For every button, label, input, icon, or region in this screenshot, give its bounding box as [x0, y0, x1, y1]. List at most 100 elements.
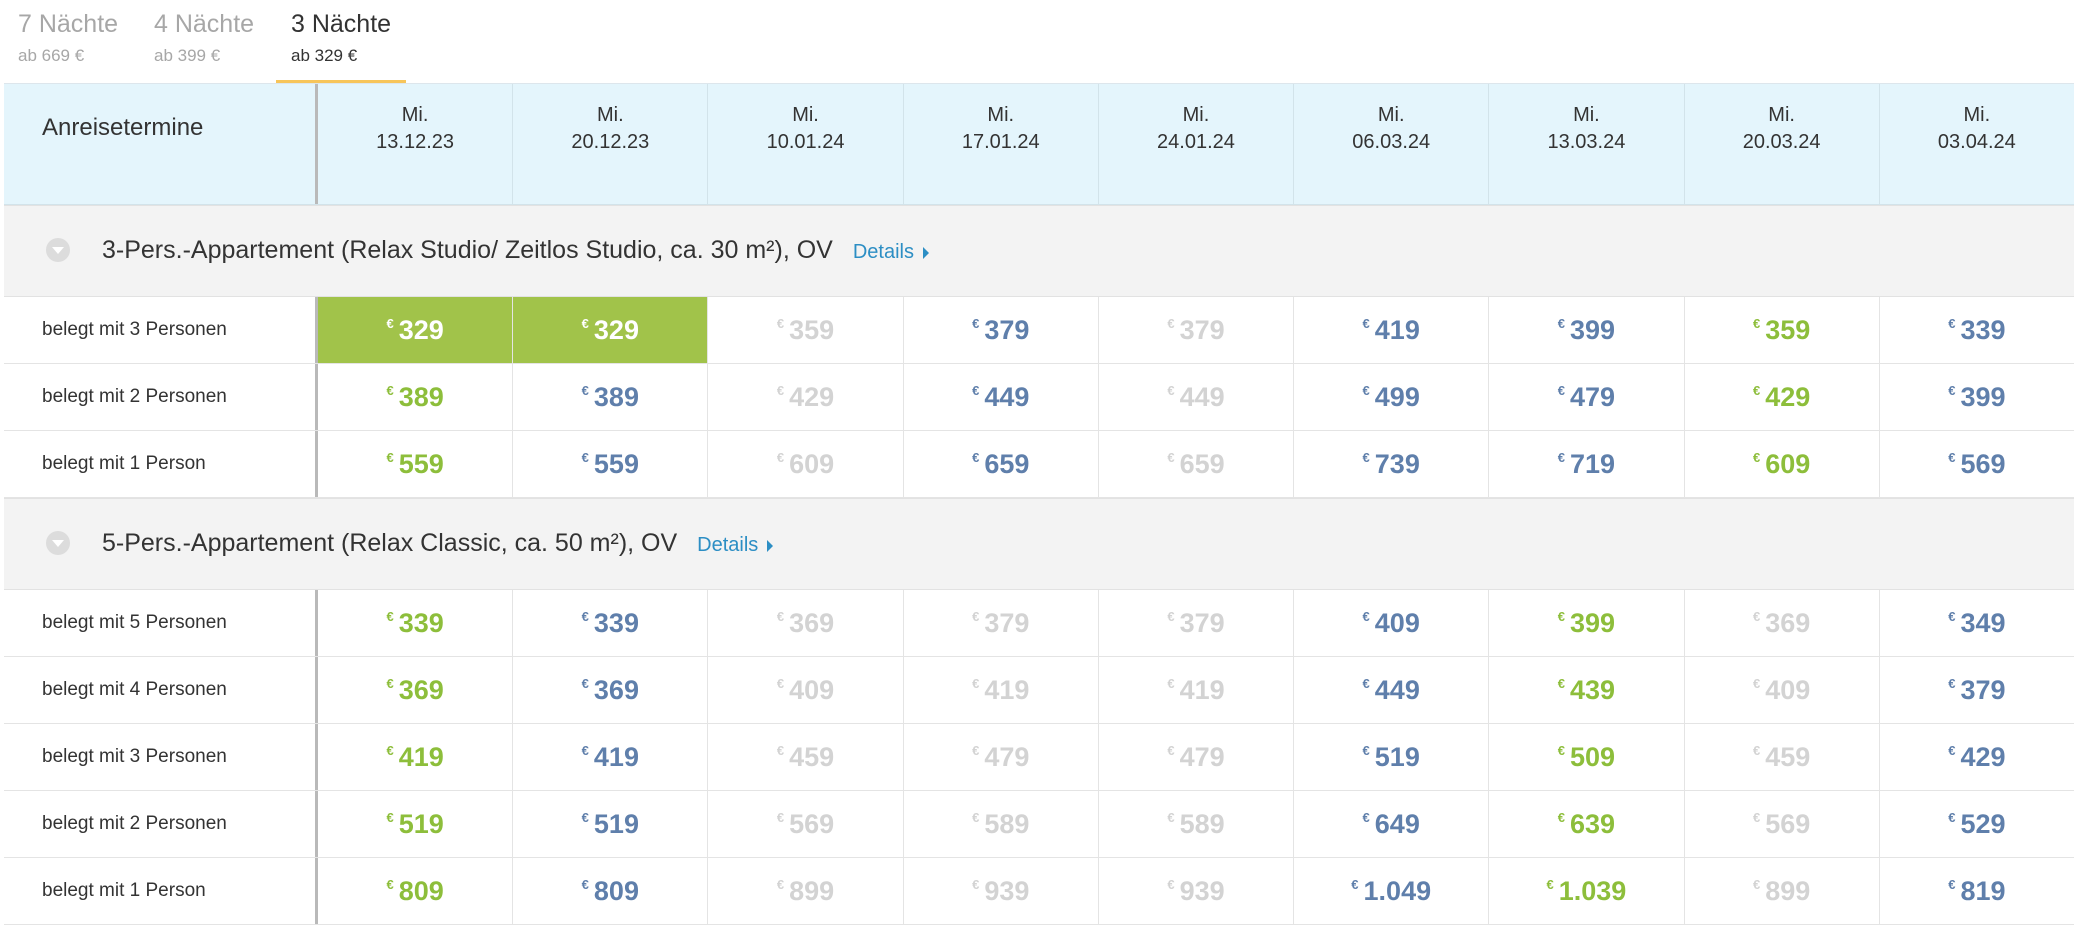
price-cell[interactable]: €379	[1099, 297, 1295, 363]
price-cell[interactable]: €1.049	[1294, 858, 1490, 924]
currency-symbol: €	[972, 450, 980, 465]
date-weekday: Mi.	[987, 104, 1015, 126]
price-cell[interactable]: €459	[1685, 724, 1880, 790]
date-value: 13.03.24	[1547, 131, 1626, 153]
price-cell[interactable]: €479	[1099, 724, 1295, 790]
price-cell[interactable]: €559	[318, 431, 514, 497]
price-cell[interactable]: €359	[708, 297, 904, 363]
price-cell[interactable]: €449	[904, 364, 1099, 430]
price-cell[interactable]: €379	[904, 590, 1099, 656]
tab-label: 3 Nächte	[291, 10, 392, 38]
price-cell[interactable]: €609	[1685, 431, 1880, 497]
price-cell[interactable]: €519	[1294, 724, 1490, 790]
details-link[interactable]: Details	[853, 241, 929, 263]
price-value: 419	[1179, 675, 1225, 705]
price-cell[interactable]: €399	[1880, 364, 2074, 430]
price-cell[interactable]: €379	[1099, 590, 1295, 656]
occupancy-cell: belegt mit 1 Person	[4, 858, 318, 924]
price-cell[interactable]: €409	[1294, 590, 1490, 656]
price-cell[interactable]: €419	[1294, 297, 1490, 363]
price-cell[interactable]: €379	[1880, 657, 2074, 723]
currency-symbol: €	[1752, 450, 1761, 465]
price-cell[interactable]: €939	[1099, 858, 1295, 924]
currency-symbol: €	[1167, 316, 1175, 331]
price-cell[interactable]: €899	[708, 858, 904, 924]
date-column-header: Mi. 17.01.24	[904, 84, 1099, 204]
price-cell[interactable]: €809	[318, 858, 514, 924]
price-cell[interactable]: €659	[904, 431, 1099, 497]
price-cell[interactable]: €509	[1489, 724, 1685, 790]
price-cell[interactable]: €639	[1489, 791, 1685, 857]
price-cell[interactable]: €369	[1685, 590, 1880, 656]
price-cell[interactable]: €449	[1294, 657, 1490, 723]
price-cell[interactable]: €369	[318, 657, 514, 723]
price-cell[interactable]: €739	[1294, 431, 1490, 497]
price-cell[interactable]: €459	[708, 724, 904, 790]
tab-3-naechte[interactable]: 3 Nächte ab 329 €	[276, 0, 406, 86]
room-group-header: 5-Pers.-Appartement (Relax Classic, ca. …	[4, 498, 2074, 590]
price-cell[interactable]: €529	[1880, 791, 2074, 857]
price-cell[interactable]: €339	[1880, 297, 2074, 363]
price-cell[interactable]: €819	[1880, 858, 2074, 924]
price-cell[interactable]: €419	[513, 724, 709, 790]
price-cell[interactable]: €329	[318, 297, 514, 363]
price-cell[interactable]: €939	[904, 858, 1099, 924]
price-cell[interactable]: €339	[513, 590, 709, 656]
price-cell[interactable]: €589	[904, 791, 1099, 857]
price-cell[interactable]: €499	[1294, 364, 1490, 430]
price-cell[interactable]: €569	[708, 791, 904, 857]
price-cell[interactable]: €569	[1685, 791, 1880, 857]
price-cell[interactable]: €409	[708, 657, 904, 723]
details-link[interactable]: Details	[697, 534, 774, 556]
tab-4-naechte[interactable]: 4 Nächte ab 399 €	[154, 0, 264, 86]
chevron-down-circle-icon[interactable]	[46, 238, 70, 262]
price-cell[interactable]: €659	[1099, 431, 1295, 497]
price-value: 559	[398, 449, 444, 479]
price-cell[interactable]: €479	[1489, 364, 1685, 430]
price-row: belegt mit 3 Personen €419 €419 €459 €479 €47…	[4, 724, 2074, 791]
price-cell[interactable]: €649	[1294, 791, 1490, 857]
price-cell[interactable]: €399	[1489, 590, 1685, 656]
price-cell[interactable]: €419	[1099, 657, 1295, 723]
price-cell[interactable]: €429	[1880, 724, 2074, 790]
price-cell[interactable]: €519	[318, 791, 514, 857]
price-cell[interactable]: €359	[1685, 297, 1880, 363]
price-cell[interactable]: €379	[904, 297, 1099, 363]
price-cell[interactable]: €409	[1685, 657, 1880, 723]
price-cell[interactable]: €439	[1489, 657, 1685, 723]
date-column-header: Mi. 10.01.24	[708, 84, 904, 204]
price-row: belegt mit 4 Personen €369 €369 €409 €419 €41…	[4, 657, 2074, 724]
price-cell[interactable]: €569	[1880, 431, 2074, 497]
date-value: 03.04.24	[1937, 131, 2016, 153]
price-cell[interactable]: €589	[1099, 791, 1295, 857]
price-cell[interactable]: €399	[1489, 297, 1685, 363]
price-cell[interactable]: €389	[513, 364, 709, 430]
currency-symbol: €	[776, 676, 785, 691]
price-value: 589	[1179, 809, 1225, 839]
currency-symbol: €	[1948, 450, 1956, 465]
price-cell[interactable]: €449	[1099, 364, 1295, 430]
chevron-down-circle-icon[interactable]	[46, 531, 70, 555]
price-cell[interactable]: €339	[318, 590, 514, 656]
price-cell[interactable]: €369	[513, 657, 709, 723]
price-cell[interactable]: €419	[904, 657, 1099, 723]
price-cell[interactable]: €329	[513, 297, 709, 363]
price-cell[interactable]: €609	[708, 431, 904, 497]
price-cell[interactable]: €419	[318, 724, 514, 790]
price-cell[interactable]: €369	[708, 590, 904, 656]
price-cell[interactable]: €429	[1685, 364, 1880, 430]
price-value: 379	[1179, 608, 1225, 638]
price-cell[interactable]: €479	[904, 724, 1099, 790]
price-cell[interactable]: €899	[1685, 858, 1880, 924]
currency-symbol: €	[1362, 316, 1370, 331]
price-cell[interactable]: €559	[513, 431, 709, 497]
price-cell[interactable]: €1.039	[1489, 858, 1685, 924]
price-cell[interactable]: €719	[1489, 431, 1685, 497]
price-cell[interactable]: €389	[318, 364, 514, 430]
price-value: 739	[1374, 449, 1420, 479]
price-cell[interactable]: €519	[513, 791, 709, 857]
price-cell[interactable]: €429	[708, 364, 904, 430]
tab-7-naechte[interactable]: 7 Nächte ab 669 €	[18, 0, 128, 86]
price-cell[interactable]: €349	[1880, 590, 2074, 656]
price-cell[interactable]: €809	[513, 858, 709, 924]
